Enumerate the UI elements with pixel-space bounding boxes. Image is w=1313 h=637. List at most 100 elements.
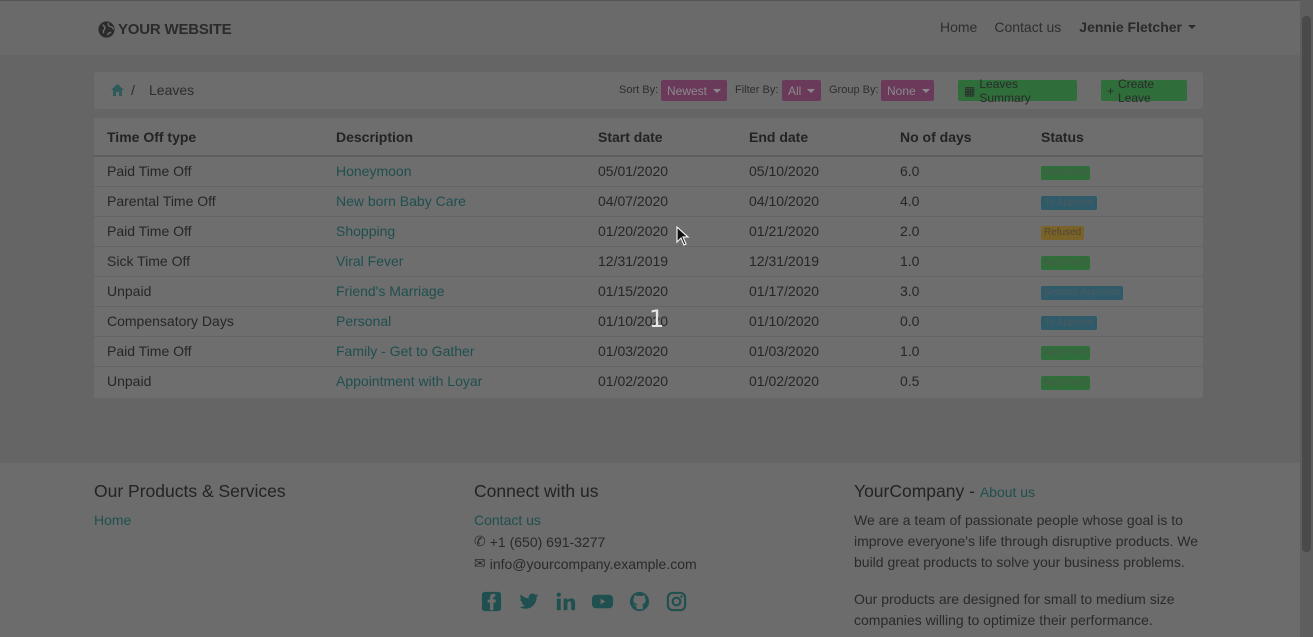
summary-icon: ▦: [964, 83, 976, 98]
cell-description-link[interactable]: Personal: [336, 305, 598, 336]
instagram-icon[interactable]: [665, 590, 688, 613]
filter-label: Filter By:: [735, 84, 779, 96]
breadcrumb-toolbar: / Leaves Sort By: Newest Filter By: All …: [94, 72, 1203, 109]
cell-start-date: 01/02/2020: [598, 365, 749, 396]
twitter-icon[interactable]: [517, 590, 540, 613]
col-header-days[interactable]: No of days: [900, 118, 1041, 157]
cell-description-link[interactable]: New born Baby Care: [336, 185, 598, 216]
cell-days: 3.0: [900, 275, 1041, 306]
page-scrollbar[interactable]: [1300, 0, 1313, 637]
cell-description-link[interactable]: Honeymoon: [336, 155, 598, 186]
col-header-type[interactable]: Time Off type: [94, 118, 336, 157]
status-badge: Second Approval: [1041, 286, 1123, 300]
cell-status: Second Approval: [1041, 275, 1203, 306]
table-row[interactable]: Paid Time Off Honeymoon 05/01/2020 05/10/20…: [94, 155, 1203, 186]
cell-start-date: 12/31/2019: [598, 245, 749, 276]
cell-status: Approved: [1041, 335, 1203, 366]
status-badge: To Approve: [1041, 316, 1098, 330]
col-header-end[interactable]: End date: [749, 118, 900, 157]
status-badge: To Approve: [1041, 196, 1098, 210]
leaves-summary-button[interactable]: ▦ Leaves Summary: [958, 77, 1077, 105]
cell-days: 1.0: [900, 245, 1041, 276]
cell-status: Approved: [1041, 365, 1203, 396]
cell-status: To Approve: [1041, 185, 1203, 216]
scrollbar-thumb[interactable]: [1302, 16, 1311, 552]
cell-description-link[interactable]: Shopping: [336, 215, 598, 246]
cell-end-date: 12/31/2019: [749, 245, 900, 276]
cell-type: Compensatory Days: [94, 305, 336, 336]
footer-home-link[interactable]: Home: [94, 512, 286, 528]
cell-days: 0.0: [900, 305, 1041, 336]
footer-products-title: Our Products & Services: [94, 481, 286, 501]
linkedin-icon[interactable]: [554, 590, 577, 613]
leaves-table: Time Off type Description Start date End…: [94, 118, 1203, 396]
cell-days: 2.0: [900, 215, 1041, 246]
about-paragraph-1: We are a team of passionate people whose…: [854, 512, 1199, 570]
chevron-down-icon: [921, 88, 930, 93]
facebook-icon[interactable]: [480, 590, 503, 613]
breadcrumb-current: Leaves: [149, 82, 195, 98]
table-row[interactable]: Unpaid Appointment with Loyar 01/02/2020 01…: [94, 365, 1203, 396]
cell-start-date: 05/01/2020: [598, 155, 749, 186]
company-name: YourCompany: [854, 481, 965, 501]
col-header-description[interactable]: Description: [336, 118, 598, 157]
cell-status: To Approve: [1041, 305, 1203, 336]
cell-description-link[interactable]: Friend's Marriage: [336, 275, 598, 306]
cell-status: Approved: [1041, 245, 1203, 276]
create-leave-button[interactable]: + Create Leave: [1101, 77, 1187, 105]
github-icon[interactable]: [628, 590, 651, 613]
group-dropdown[interactable]: None: [881, 80, 934, 101]
status-badge: Approved: [1041, 166, 1090, 181]
col-header-start[interactable]: Start date: [598, 118, 749, 157]
email-address: info@yourcompany.example.com: [489, 555, 697, 572]
user-menu-dropdown[interactable]: Jennie Fletcher: [1079, 19, 1196, 35]
chevron-down-icon: [807, 88, 816, 93]
status-badge: Refused: [1041, 226, 1085, 240]
youtube-icon[interactable]: [591, 590, 614, 613]
cell-description-link[interactable]: Appointment with Loyar: [336, 365, 598, 396]
cell-type: Unpaid: [94, 365, 336, 396]
filter-dropdown[interactable]: All: [782, 80, 821, 101]
about-us-link[interactable]: About us: [980, 484, 1035, 500]
cell-type: Paid Time Off: [94, 215, 336, 246]
sort-value: Newest: [667, 83, 708, 98]
home-icon[interactable]: [111, 84, 124, 96]
nav-home-link[interactable]: Home: [940, 19, 977, 35]
brand-text: YOUR WEBSITE: [118, 20, 232, 38]
cell-end-date: 01/02/2020: [749, 365, 900, 396]
footer-contact-link[interactable]: Contact us: [474, 512, 697, 528]
table-row[interactable]: Parental Time Off New born Baby Care 04/07…: [94, 185, 1203, 216]
globe-icon: [98, 20, 115, 38]
chevron-down-icon: [713, 88, 722, 93]
plus-icon: +: [1107, 83, 1115, 98]
col-header-status[interactable]: Status: [1041, 118, 1203, 157]
footer-about-col: YourCompany - About us We are a team of …: [854, 481, 1204, 631]
nav-contact-link[interactable]: Contact us: [994, 19, 1061, 35]
cell-end-date: 01/10/2020: [749, 305, 900, 336]
footer-connect-title: Connect with us: [474, 481, 599, 501]
cell-description-link[interactable]: Viral Fever: [336, 245, 598, 276]
footer-about-title: YourCompany - About us: [854, 481, 1204, 502]
chevron-down-icon: [1188, 25, 1196, 29]
status-badge: Approved: [1041, 256, 1090, 270]
leaves-table-container: Time Off type Description Start date End…: [94, 118, 1203, 398]
cell-start-date: 01/20/2020: [598, 215, 749, 246]
page: YOUR WEBSITE Home Contact us Jennie Flet…: [0, 0, 1300, 637]
cell-description-link[interactable]: Family - Get to Gather: [336, 335, 598, 366]
sort-dropdown[interactable]: Newest: [661, 80, 727, 101]
group-label: Group By:: [829, 84, 879, 96]
mouse-cursor-icon: [676, 226, 690, 246]
table-row[interactable]: Paid Time Off Shopping 01/20/2020 01/21/202…: [94, 215, 1203, 246]
cell-type: Parental Time Off: [94, 185, 336, 216]
cell-end-date: 01/21/2020: [749, 215, 900, 246]
cell-start-date: 01/15/2020: [598, 275, 749, 306]
brand-logo[interactable]: YOUR WEBSITE: [97, 19, 232, 39]
table-row[interactable]: Unpaid Friend's Marriage 01/15/2020 01/17/2…: [94, 275, 1203, 306]
cell-type: Paid Time Off: [94, 335, 336, 366]
cell-start-date: 04/07/2020: [598, 185, 749, 216]
cell-type: Paid Time Off: [94, 155, 336, 186]
table-row[interactable]: Paid Time Off Family - Get to Gather 01/03…: [94, 335, 1203, 366]
create-leave-label: Create Leave: [1118, 76, 1155, 105]
table-row[interactable]: Sick Time Off Viral Fever 12/31/2019 12/31/…: [94, 245, 1203, 276]
cell-type: Unpaid: [94, 275, 336, 306]
